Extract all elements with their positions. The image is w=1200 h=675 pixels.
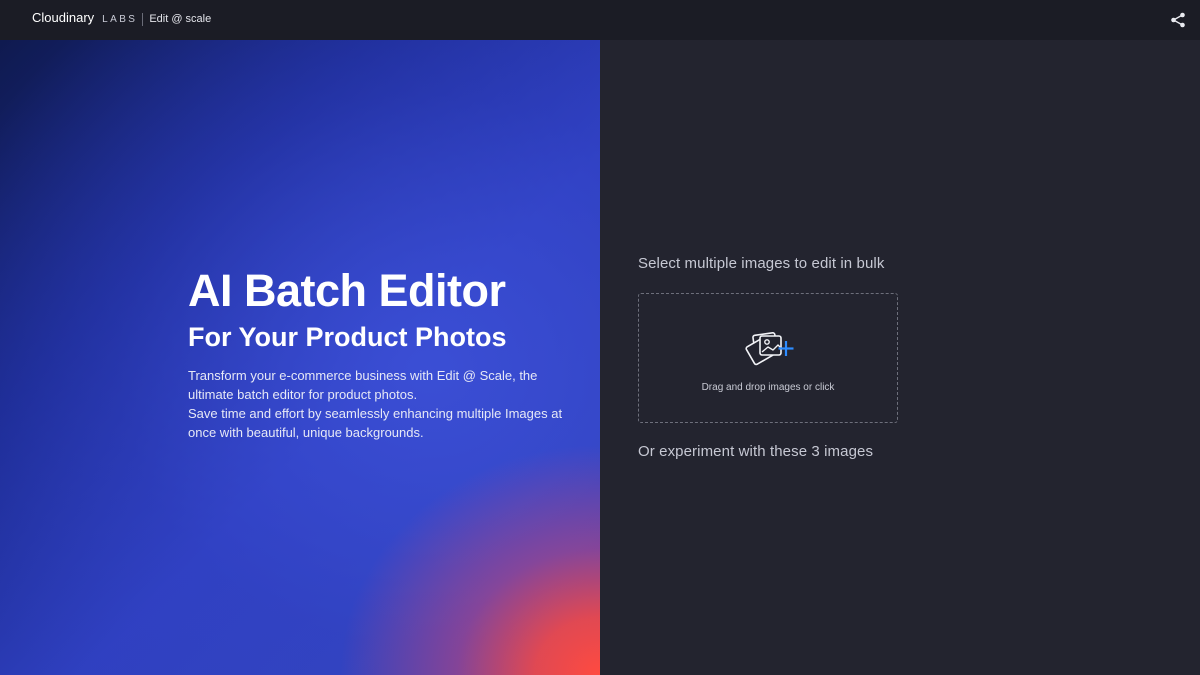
select-images-label: Select multiple images to edit in bulk bbox=[638, 255, 885, 272]
share-icon bbox=[1171, 12, 1185, 28]
brand-divider bbox=[142, 13, 144, 26]
upload-panel: Select multiple images to edit in bulk D… bbox=[600, 40, 1200, 675]
hero-subtitle: For Your Product Photos bbox=[188, 322, 507, 352]
hero-panel: AI Batch Editor For Your Product Photos … bbox=[0, 40, 600, 675]
hero-description: Transform your e-commerce business with … bbox=[188, 366, 568, 442]
hero-description-line-1: Transform your e-commerce business with … bbox=[188, 368, 538, 402]
image-dropzone[interactable]: Drag and drop images or click bbox=[638, 293, 898, 423]
brand-name: Cloudinary bbox=[32, 10, 95, 25]
brand-labs: LABS bbox=[102, 14, 138, 25]
brand-logo[interactable]: Cloudinary LABS Edit @ scale bbox=[32, 10, 212, 26]
add-images-icon bbox=[745, 332, 794, 366]
hero-title: AI Batch Editor bbox=[188, 265, 506, 316]
experiment-images-label: Or experiment with these 3 images bbox=[638, 443, 874, 460]
dropzone-text: Drag and drop images or click bbox=[701, 382, 835, 393]
share-button[interactable] bbox=[1170, 12, 1186, 28]
hero-content: AI Batch Editor For Your Product Photos … bbox=[188, 266, 568, 442]
top-bar: Cloudinary LABS Edit @ scale bbox=[0, 0, 1200, 40]
product-name: Edit @ scale bbox=[149, 13, 212, 25]
hero-description-line-2: Save time and effort by seamlessly enhan… bbox=[188, 406, 563, 440]
